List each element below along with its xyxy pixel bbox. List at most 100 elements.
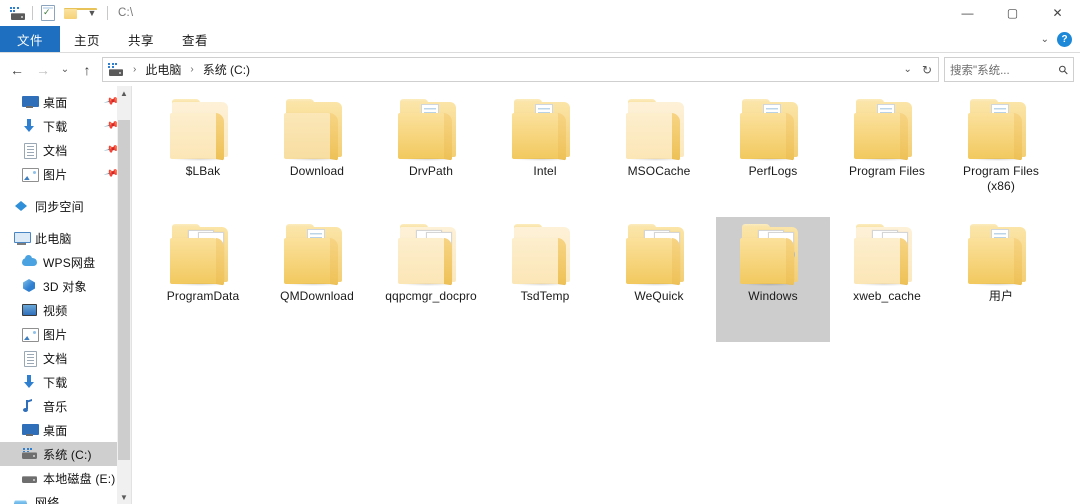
collapse-ribbon-icon[interactable]: ⌄ (1041, 34, 1049, 45)
sidebar-item-downloads[interactable]: 下载 (0, 370, 131, 394)
3d-objects-icon (22, 279, 37, 293)
refresh-icon[interactable]: ↻ (922, 63, 932, 77)
folder-icon (394, 223, 468, 286)
navigation-list: 桌面 📌 下载 📌 文档 📌 图片 📌 同步空间 此电脑 WPS网盘 3D 对象… (0, 86, 131, 504)
file-item[interactable]: DrvPath (374, 92, 488, 217)
tab-file[interactable]: 文件 (0, 26, 61, 52)
file-list-pane[interactable]: $LBak Download DrvPath Intel MSOCache Pe… (132, 86, 1080, 504)
up-button[interactable]: ↑ (74, 58, 100, 82)
sync-icon (14, 199, 29, 213)
sidebar-item-local-disk-e[interactable]: 本地磁盘 (E:) (0, 466, 131, 490)
breadcrumb-tail: ⌄ ↻ (904, 63, 934, 77)
file-item[interactable]: Intel (488, 92, 602, 217)
file-item[interactable]: xweb_cache (830, 217, 944, 342)
address-dropdown-icon[interactable]: ⌄ (904, 64, 912, 75)
file-name: xweb_cache (853, 289, 921, 303)
file-name: Program Files (x86) (963, 164, 1039, 193)
sidebar-item-wps-cloud[interactable]: WPS网盘 (0, 250, 131, 274)
file-name: MSOCache (627, 164, 691, 178)
file-item[interactable]: PerfLogs (716, 92, 830, 217)
file-item[interactable]: WeQuick (602, 217, 716, 342)
sidebar-item-pictures-qa[interactable]: 图片 📌 (0, 162, 131, 186)
sidebar-item-3d-objects[interactable]: 3D 对象 (0, 274, 131, 298)
sidebar-item-label: 桌面 (43, 95, 68, 110)
close-button[interactable]: ✕ (1035, 0, 1080, 26)
sidebar-item-desktop[interactable]: 桌面 (0, 418, 131, 442)
breadcrumb-sep-1: › (190, 64, 194, 75)
scroll-down-icon[interactable]: ▼ (117, 490, 131, 504)
file-item[interactable]: $LBak (146, 92, 260, 217)
sidebar-item-desktop-qa[interactable]: 桌面 📌 (0, 90, 131, 114)
file-item[interactable]: Program Files (830, 92, 944, 217)
desktop-icon (22, 423, 39, 437)
properties-icon[interactable] (37, 2, 59, 24)
file-item[interactable]: MSOCache (602, 92, 716, 217)
toolbar-divider-1 (32, 6, 33, 20)
folder-icon (508, 98, 582, 161)
breadcrumb[interactable]: › 此电脑 › 系统 (C:) ⌄ ↻ (102, 57, 939, 82)
recent-locations-icon[interactable]: ⌄ (56, 58, 74, 82)
folder-icon (508, 223, 582, 286)
minimize-button[interactable]: — (945, 0, 990, 26)
folder-icon (166, 223, 240, 286)
search-input[interactable]: 搜索"系统... ⚲ (944, 57, 1074, 82)
sidebar-item-label: 桌面 (43, 423, 68, 438)
sidebar-item-videos[interactable]: 视频 (0, 298, 131, 322)
file-name: Download (289, 164, 345, 178)
breadcrumb-sep-0: › (133, 64, 137, 75)
desktop-icon (22, 95, 39, 109)
tab-home[interactable]: 主页 (60, 26, 114, 52)
file-item[interactable]: Download (260, 92, 374, 217)
tab-share[interactable]: 共享 (114, 26, 168, 52)
tab-view[interactable]: 查看 (168, 26, 222, 52)
sidebar-item-pictures[interactable]: 图片 (0, 322, 131, 346)
sidebar-item-music[interactable]: 音乐 (0, 394, 131, 418)
local-disk-icon (22, 471, 37, 485)
folder-icon (736, 98, 810, 161)
sidebar-item-label: 文档 (43, 143, 68, 158)
sidebar-item-label: 系统 (C:) (43, 447, 92, 462)
file-item[interactable]: 用户 (944, 217, 1058, 342)
folder-icon (622, 98, 696, 161)
drive-icon[interactable] (6, 2, 28, 24)
help-icon[interactable]: ? (1057, 31, 1072, 47)
folder-icon (622, 223, 696, 286)
folder-icon (736, 223, 810, 286)
network-icon (13, 495, 29, 504)
file-item[interactable]: ProgramData (146, 217, 260, 342)
file-item-selected[interactable]: Windows (716, 217, 830, 342)
breadcrumb-item-this-pc[interactable]: 此电脑 (143, 61, 183, 78)
pictures-icon (22, 327, 39, 342)
sidebar-item-documents[interactable]: 文档 (0, 346, 131, 370)
file-item[interactable]: Program Files (x86) (944, 92, 1058, 217)
file-name: QMDownload (280, 289, 354, 303)
file-item[interactable]: TsdTemp (488, 217, 602, 342)
documents-icon (22, 351, 37, 367)
breadcrumb-item-system-c[interactable]: 系统 (C:) (201, 61, 252, 78)
back-button[interactable]: ← (4, 58, 30, 82)
forward-button[interactable]: → (30, 58, 56, 82)
sidebar-scrollbar[interactable]: ▲ ▼ (117, 86, 131, 504)
new-folder-icon[interactable] (59, 2, 97, 24)
sidebar-item-sync-space[interactable]: 同步空间 (0, 194, 131, 218)
sidebar-gap-1 (0, 186, 131, 194)
sidebar-item-this-pc[interactable]: 此电脑 (0, 226, 131, 250)
sidebar-item-system-c[interactable]: 系统 (C:) (0, 442, 131, 466)
sidebar-item-downloads-qa[interactable]: 下载 📌 (0, 114, 131, 138)
file-item[interactable]: qqpcmgr_docpro (374, 217, 488, 342)
file-name: PerfLogs (748, 164, 798, 178)
sidebar-item-documents-qa[interactable]: 文档 📌 (0, 138, 131, 162)
scroll-up-icon[interactable]: ▲ (117, 86, 131, 100)
sidebar-item-label: WPS网盘 (43, 255, 96, 270)
file-item[interactable]: QMDownload (260, 217, 374, 342)
folder-icon (964, 223, 1038, 286)
window-controls: — ▢ ✕ (945, 0, 1080, 26)
folder-icon (850, 223, 924, 286)
folder-icon (964, 98, 1038, 161)
customize-caret-icon[interactable]: ▼ (81, 2, 103, 24)
this-pc-icon (14, 231, 31, 245)
scrollbar-thumb[interactable] (118, 120, 130, 460)
maximize-button[interactable]: ▢ (990, 0, 1035, 26)
sidebar-item-network[interactable]: 网络 (0, 490, 131, 504)
sidebar-item-label: 此电脑 (35, 231, 72, 246)
